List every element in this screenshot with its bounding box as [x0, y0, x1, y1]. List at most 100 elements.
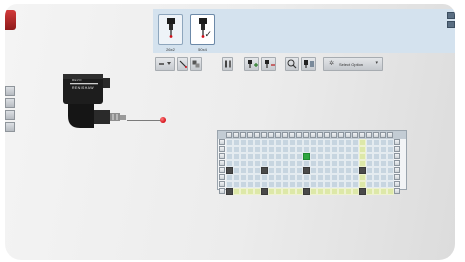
grid-cell[interactable] — [247, 160, 254, 167]
grid-cell[interactable] — [359, 188, 366, 195]
grid-cell[interactable] — [366, 139, 373, 146]
grid-cell[interactable] — [240, 160, 247, 167]
grid-cell[interactable] — [247, 167, 254, 174]
grid-cell[interactable] — [324, 153, 331, 160]
grid-cell[interactable] — [387, 174, 394, 181]
column-tab[interactable] — [352, 132, 358, 138]
left-tool-1[interactable] — [5, 86, 15, 96]
grid-cell[interactable] — [352, 146, 359, 153]
grid-cell[interactable] — [289, 160, 296, 167]
grid-cell[interactable] — [352, 167, 359, 174]
grid-cell[interactable] — [324, 167, 331, 174]
grid-cell[interactable] — [380, 146, 387, 153]
grid-cell[interactable] — [261, 160, 268, 167]
grid-cell[interactable] — [233, 146, 240, 153]
grid-cell[interactable] — [338, 167, 345, 174]
grid-cell[interactable] — [373, 160, 380, 167]
grid-cell[interactable] — [240, 174, 247, 181]
grid-cell[interactable] — [317, 139, 324, 146]
grid-cell[interactable] — [387, 146, 394, 153]
column-tab[interactable] — [275, 132, 281, 138]
grid-cell[interactable] — [345, 181, 352, 188]
grid-cell[interactable] — [352, 181, 359, 188]
grid-cell[interactable] — [303, 146, 310, 153]
grid-cell[interactable] — [324, 160, 331, 167]
grid-cell[interactable] — [268, 167, 275, 174]
grid-cell[interactable] — [324, 139, 331, 146]
column-tab[interactable] — [254, 132, 260, 138]
grid-cell[interactable] — [380, 139, 387, 146]
grid-cell[interactable] — [240, 167, 247, 174]
grid-cell[interactable] — [338, 174, 345, 181]
grid-cell[interactable] — [331, 146, 338, 153]
column-tab[interactable] — [268, 132, 274, 138]
grid-cell[interactable] — [296, 153, 303, 160]
grid-cell[interactable] — [247, 153, 254, 160]
row-tab-right[interactable] — [394, 146, 400, 152]
grid-cell[interactable] — [380, 174, 387, 181]
column-tab[interactable] — [282, 132, 288, 138]
grid-cell[interactable] — [275, 160, 282, 167]
grid-cell[interactable] — [226, 188, 233, 195]
grid-cell[interactable] — [303, 153, 310, 160]
grid-cell[interactable] — [359, 167, 366, 174]
grid-cell[interactable] — [317, 174, 324, 181]
grid-cell[interactable] — [289, 153, 296, 160]
grid-cell[interactable] — [366, 174, 373, 181]
grid-cell[interactable] — [289, 174, 296, 181]
grid-cell[interactable] — [289, 146, 296, 153]
grid-cell[interactable] — [275, 188, 282, 195]
grid-cell[interactable] — [345, 139, 352, 146]
grid-cell[interactable] — [373, 146, 380, 153]
grid-cell[interactable] — [233, 153, 240, 160]
left-tool-3[interactable] — [5, 110, 15, 120]
left-tool-2[interactable] — [5, 98, 15, 108]
grid-cell[interactable] — [331, 160, 338, 167]
grid-cell[interactable] — [247, 146, 254, 153]
left-tool-4[interactable] — [5, 122, 15, 132]
remove-probe-button[interactable] — [261, 57, 276, 71]
row-tab-right[interactable] — [394, 167, 400, 173]
grid-cell[interactable] — [247, 188, 254, 195]
grid-cell[interactable] — [331, 139, 338, 146]
grid-cell[interactable] — [387, 181, 394, 188]
grid-cell[interactable] — [233, 160, 240, 167]
grid-cell[interactable] — [338, 153, 345, 160]
column-tab[interactable] — [233, 132, 239, 138]
grid-cell[interactable] — [352, 139, 359, 146]
grid-cell[interactable] — [345, 146, 352, 153]
grid-cell[interactable] — [324, 174, 331, 181]
grid-cell[interactable] — [226, 167, 233, 174]
grid-cell[interactable] — [282, 153, 289, 160]
column-tab[interactable] — [366, 132, 372, 138]
grid-cell[interactable] — [275, 181, 282, 188]
grid-cell[interactable] — [373, 139, 380, 146]
grid-cell[interactable] — [338, 188, 345, 195]
grid-cell[interactable] — [226, 181, 233, 188]
grid-cell[interactable] — [373, 174, 380, 181]
grid-cell[interactable] — [303, 160, 310, 167]
column-tab[interactable] — [387, 132, 393, 138]
grid-cell[interactable] — [226, 139, 233, 146]
grid-cell[interactable] — [233, 181, 240, 188]
grid-cell[interactable] — [317, 188, 324, 195]
grid-cell[interactable] — [268, 188, 275, 195]
grid-cell[interactable] — [366, 181, 373, 188]
grid-cell[interactable] — [296, 174, 303, 181]
grid-cell[interactable] — [317, 146, 324, 153]
grid-cell[interactable] — [310, 160, 317, 167]
grid-cell[interactable] — [261, 153, 268, 160]
grid-cell[interactable] — [254, 146, 261, 153]
grid-cell[interactable] — [254, 188, 261, 195]
grid-cell[interactable] — [268, 139, 275, 146]
grid-cell[interactable] — [268, 153, 275, 160]
grid-cell[interactable] — [233, 174, 240, 181]
grid-cell[interactable] — [226, 174, 233, 181]
stylus-angle-button[interactable] — [177, 57, 188, 71]
column-tab[interactable] — [373, 132, 379, 138]
grid-cell[interactable] — [359, 160, 366, 167]
grid-cell[interactable] — [310, 174, 317, 181]
probe-tile-1[interactable]: 26x2 — [158, 14, 183, 52]
grid-cell[interactable] — [254, 160, 261, 167]
grid-cell[interactable] — [352, 153, 359, 160]
